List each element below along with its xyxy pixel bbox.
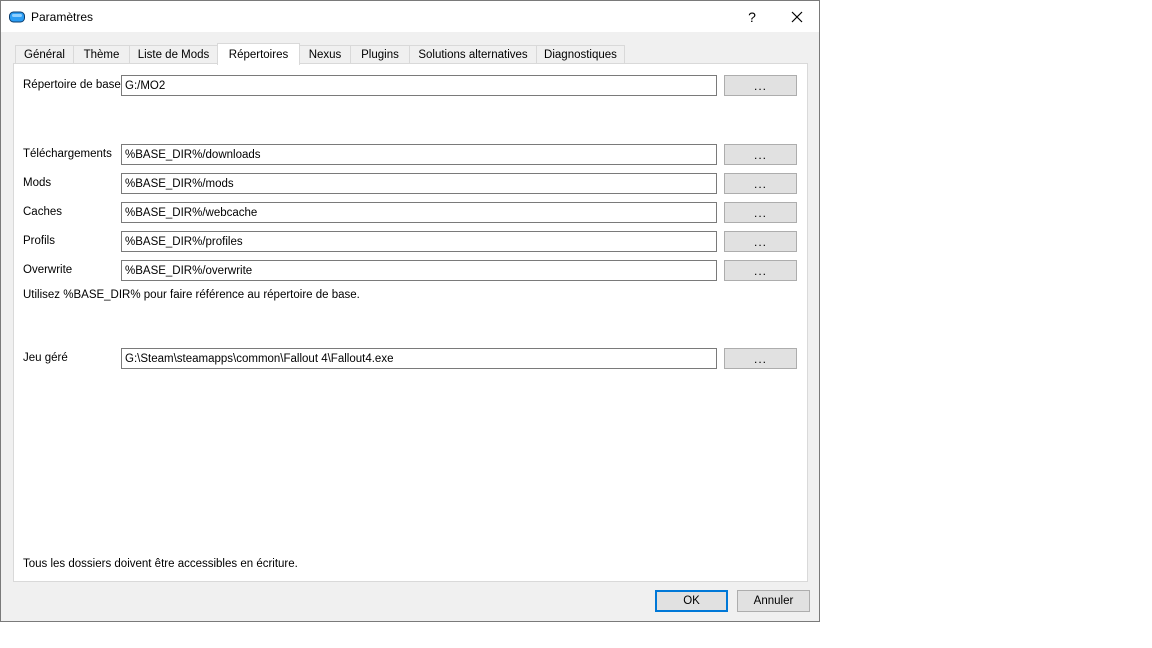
caches-input[interactable] <box>121 202 717 223</box>
base-dir-browse-button[interactable]: ... <box>724 75 797 96</box>
tab-directories[interactable]: Répertoires <box>217 43 300 65</box>
tab-diagnostics[interactable]: Diagnostiques <box>536 45 625 64</box>
caches-browse-button[interactable]: ... <box>724 202 797 223</box>
overwrite-label: Overwrite <box>23 264 73 276</box>
profiles-browse-button[interactable]: ... <box>724 231 797 252</box>
cancel-button[interactable]: Annuler <box>737 590 810 612</box>
tab-theme[interactable]: Thème <box>73 45 130 64</box>
app-icon <box>9 11 25 23</box>
tab-workarounds[interactable]: Solutions alternatives <box>409 45 537 64</box>
writable-note: Tous les dossiers doivent être accessibl… <box>23 558 298 570</box>
managed-game-label: Jeu géré <box>23 352 68 364</box>
tab-plugins[interactable]: Plugins <box>350 45 410 64</box>
caches-label: Caches <box>23 206 62 218</box>
downloads-label: Téléchargements <box>23 148 112 160</box>
base-dir-label: Répertoire de base <box>23 79 121 91</box>
mods-label: Mods <box>23 177 52 189</box>
profiles-input[interactable] <box>121 231 717 252</box>
downloads-input[interactable] <box>121 144 717 165</box>
directories-panel: Répertoire de base ... Téléchargements .… <box>13 63 808 582</box>
mods-browse-button[interactable]: ... <box>724 173 797 194</box>
profiles-label: Profils <box>23 235 55 247</box>
managed-game-browse-button[interactable]: ... <box>724 348 797 369</box>
overwrite-input[interactable] <box>121 260 717 281</box>
tab-general[interactable]: Général <box>15 45 74 64</box>
tab-nexus[interactable]: Nexus <box>299 45 351 64</box>
downloads-browse-button[interactable]: ... <box>724 144 797 165</box>
managed-game-input[interactable] <box>121 348 717 369</box>
ok-button[interactable]: OK <box>655 590 728 612</box>
close-icon <box>791 11 803 22</box>
base-dir-input[interactable] <box>121 75 717 96</box>
title-bar[interactable]: Paramètres ? <box>1 1 819 32</box>
close-button[interactable] <box>774 1 820 32</box>
settings-dialog: Paramètres ? Général Thème Liste de Mods… <box>0 0 820 622</box>
help-button[interactable]: ? <box>729 1 775 32</box>
window-title: Paramètres <box>31 10 94 24</box>
base-dir-hint: Utilisez %BASE_DIR% pour faire référence… <box>23 289 360 301</box>
mods-input[interactable] <box>121 173 717 194</box>
overwrite-browse-button[interactable]: ... <box>724 260 797 281</box>
tab-mod-list[interactable]: Liste de Mods <box>129 45 218 64</box>
